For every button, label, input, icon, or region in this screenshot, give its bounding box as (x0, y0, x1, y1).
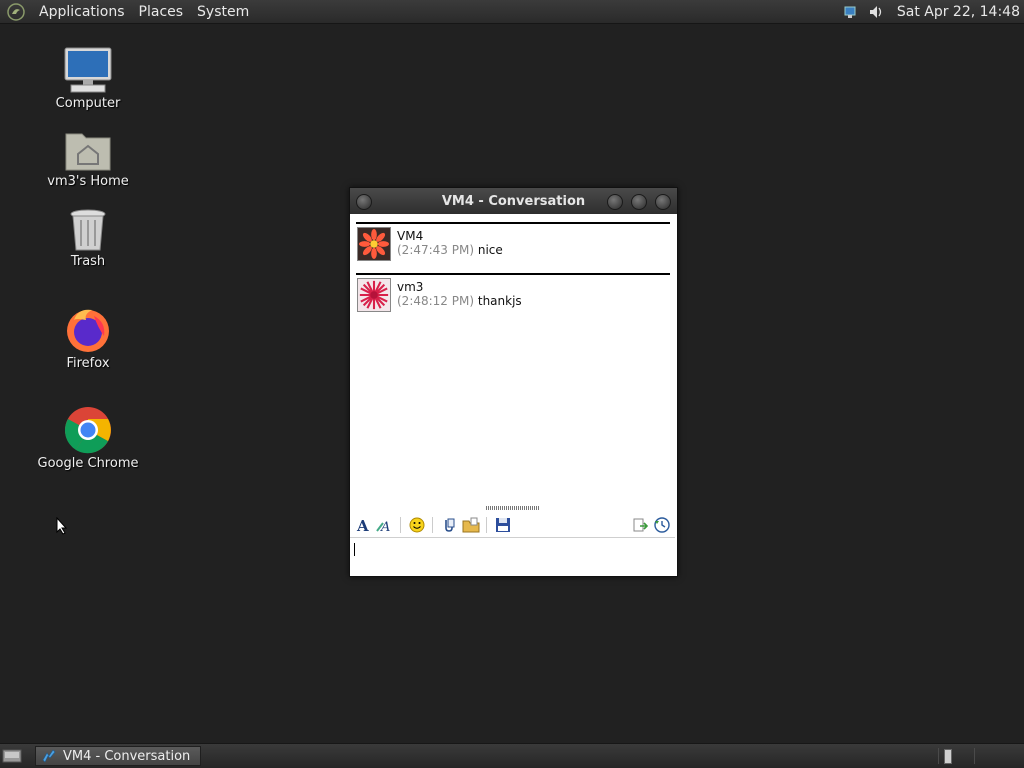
attach-icon[interactable] (440, 516, 458, 534)
svg-text:A: A (356, 517, 369, 533)
panel-tray: Sat Apr 22, 14:48 (837, 0, 1024, 24)
format-toolbar: A A (350, 513, 675, 538)
desktop-icon-label: Computer (55, 96, 121, 111)
home-folder-icon (65, 133, 111, 171)
desktop-icon-label: Firefox (66, 356, 110, 371)
minimize-button[interactable] (607, 194, 623, 210)
star-avatar (357, 278, 391, 312)
trash-icon (70, 209, 106, 251)
desktop-icon-home[interactable]: vm3's Home (33, 128, 143, 189)
messenger-icon (42, 749, 56, 763)
desktop-icon-label: vm3's Home (47, 174, 129, 189)
folder-icon[interactable] (462, 516, 480, 534)
desktop-icon-computer[interactable]: Computer (33, 46, 143, 111)
message-line: (2:48:12 PM) thankjs (397, 294, 522, 308)
conversation-history[interactable]: VM4 (2:47:43 PM) nice vm3 (2:48:12 PM) t… (350, 215, 675, 505)
message-text: nice (477, 243, 503, 257)
toolbar-separator (486, 517, 487, 533)
maximize-button[interactable] (631, 194, 647, 210)
system-menu[interactable]: System (190, 4, 256, 20)
network-icon[interactable] (842, 4, 858, 20)
panel-clock[interactable]: Sat Apr 22, 14:48 (889, 4, 1024, 20)
message-sender: vm3 (397, 280, 424, 294)
window-title: VM4 - Conversation (441, 193, 586, 209)
applications-menu[interactable]: Applications (32, 4, 132, 20)
flower-avatar (357, 227, 391, 261)
message-item: vm3 (2:48:12 PM) thankjs (356, 273, 670, 323)
workspace-window-thumb (944, 749, 952, 764)
chrome-icon (64, 407, 111, 454)
top-panel: Applications Places System Sat Apr 22, 1… (0, 0, 1024, 24)
font-icon[interactable]: A (354, 516, 372, 534)
desktop-icon-firefox[interactable]: Firefox (33, 306, 143, 371)
desktop-icon-label: Google Chrome (37, 456, 139, 471)
message-text: thankjs (477, 294, 522, 308)
desktop-icon-trash[interactable]: Trash (33, 208, 143, 269)
toolbar-separator (432, 517, 433, 533)
toolbar-separator (400, 517, 401, 533)
save-icon[interactable] (494, 516, 512, 534)
message-input[interactable] (350, 538, 675, 575)
text-caret (354, 543, 355, 556)
message-sender: VM4 (397, 229, 424, 243)
desktop-icon-chrome[interactable]: Google Chrome (33, 406, 143, 471)
message-line: (2:47:43 PM) nice (397, 243, 503, 257)
message-time: (2:48:12 PM) (397, 294, 475, 308)
workspace-1[interactable] (938, 748, 974, 764)
taskbar-item-label: VM4 - Conversation (63, 748, 191, 764)
window-titlebar[interactable]: VM4 - Conversation (350, 188, 677, 214)
mouse-cursor-icon (56, 517, 68, 535)
close-button[interactable] (655, 194, 671, 210)
font-style-icon[interactable]: A (376, 516, 394, 534)
window-menu-button[interactable] (356, 194, 372, 210)
firefox-icon (67, 309, 109, 352)
history-icon[interactable] (653, 516, 671, 534)
smiley-icon[interactable] (408, 516, 426, 534)
places-menu[interactable]: Places (132, 4, 191, 20)
pane-resize-grip[interactable] (486, 506, 540, 510)
desktop-icon-label: Trash (70, 254, 106, 269)
conversation-window[interactable]: VM4 - Conversation VM4 (2:47:43 PM) nice… (349, 187, 678, 577)
taskbar-item[interactable]: VM4 - Conversation (35, 746, 201, 766)
volume-icon[interactable] (868, 4, 884, 20)
show-desktop-icon[interactable] (2, 748, 22, 764)
message-item: VM4 (2:47:43 PM) nice (356, 222, 670, 272)
workspace-2[interactable] (974, 748, 1010, 764)
computer-icon (64, 47, 112, 93)
copy-icon[interactable] (631, 516, 649, 534)
message-time: (2:47:43 PM) (397, 243, 475, 257)
bottom-panel: VM4 - Conversation (0, 743, 1024, 768)
gnome-foot-icon[interactable] (6, 2, 26, 22)
